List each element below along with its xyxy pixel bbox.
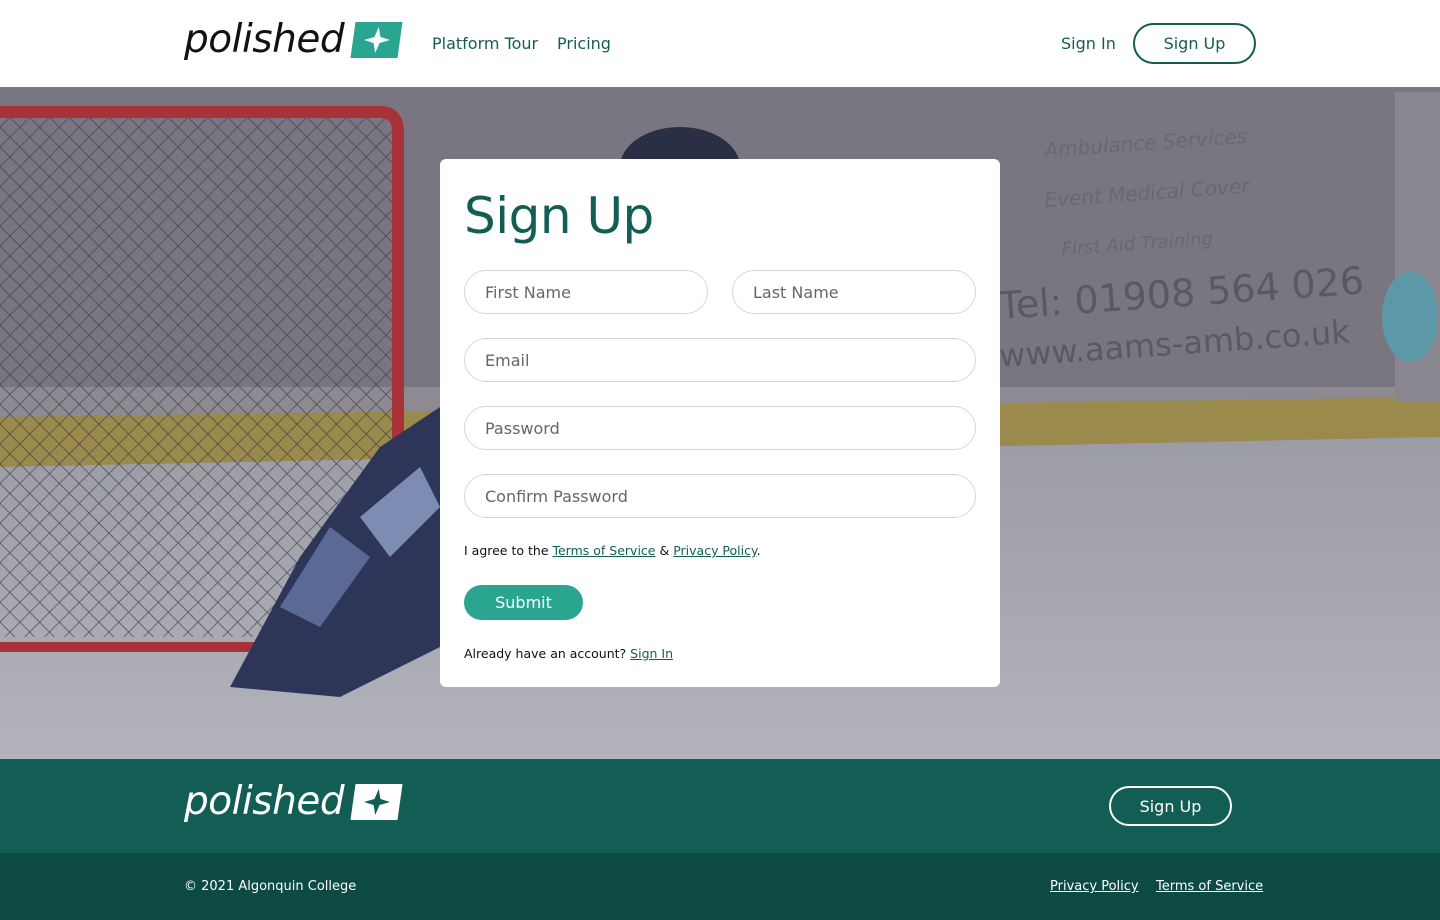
footer-logo[interactable]: polished [184,779,403,824]
email-input[interactable] [464,338,976,382]
header-logo[interactable]: polished [184,17,403,62]
footer-bottom: © 2021 Algonquin College Privacy Policy … [0,853,1440,920]
form-title: Sign Up [464,187,654,245]
footer-logo-wordmark: polished [184,779,345,824]
password-input[interactable] [464,406,976,450]
footer-privacy-policy-link[interactable]: Privacy Policy [1050,879,1139,894]
footer-terms-of-service-link[interactable]: Terms of Service [1156,879,1263,894]
terms-agreement: I agree to the Terms of Service & Privac… [464,543,761,558]
header-sign-in-link[interactable]: Sign In [1061,34,1116,53]
already-have-account: Already have an account? Sign In [464,646,673,661]
first-name-input[interactable] [464,270,708,314]
terms-of-service-link[interactable]: Terms of Service [552,543,655,558]
footer-sign-up-button[interactable]: Sign Up [1109,786,1232,826]
logo-wordmark: polished [184,17,345,62]
agree-prefix: I agree to the [464,543,553,558]
header-sign-up-button[interactable]: Sign Up [1133,23,1256,64]
copyright-text: © 2021 Algonquin College [184,879,357,894]
already-text: Already have an account? [464,646,631,661]
last-name-input[interactable] [732,270,976,314]
sign-up-card: Sign Up I agree to the Terms of Service … [440,159,1000,687]
agree-suffix: . [756,543,761,558]
footer-top: polished Sign Up [0,759,1440,853]
confirm-password-input[interactable] [464,474,976,518]
nav-pricing[interactable]: Pricing [557,34,611,53]
agree-join: & [655,543,674,558]
sparkle-icon [350,21,403,58]
submit-button[interactable]: Submit [464,585,583,620]
site-header: polished Platform Tour Pricing Sign In S… [0,0,1440,87]
nav-platform-tour[interactable]: Platform Tour [432,34,538,53]
privacy-policy-link[interactable]: Privacy Policy [673,543,756,558]
card-sign-in-link[interactable]: Sign In [630,646,673,661]
footer-sparkle-icon [350,783,403,820]
